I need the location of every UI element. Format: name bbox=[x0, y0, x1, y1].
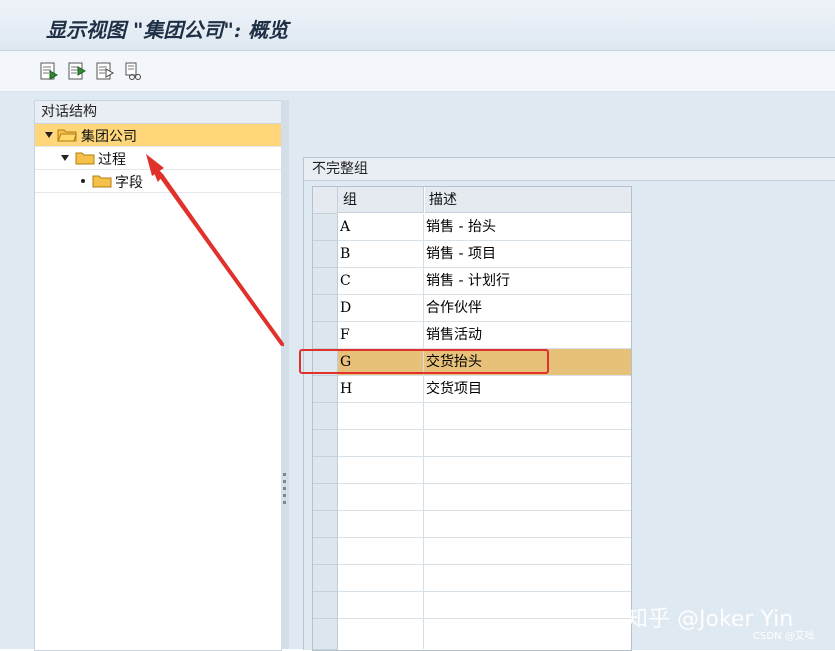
annotation-arrow bbox=[146, 154, 285, 347]
watermark-csdn: CSDN @艾吆 bbox=[753, 631, 815, 642]
